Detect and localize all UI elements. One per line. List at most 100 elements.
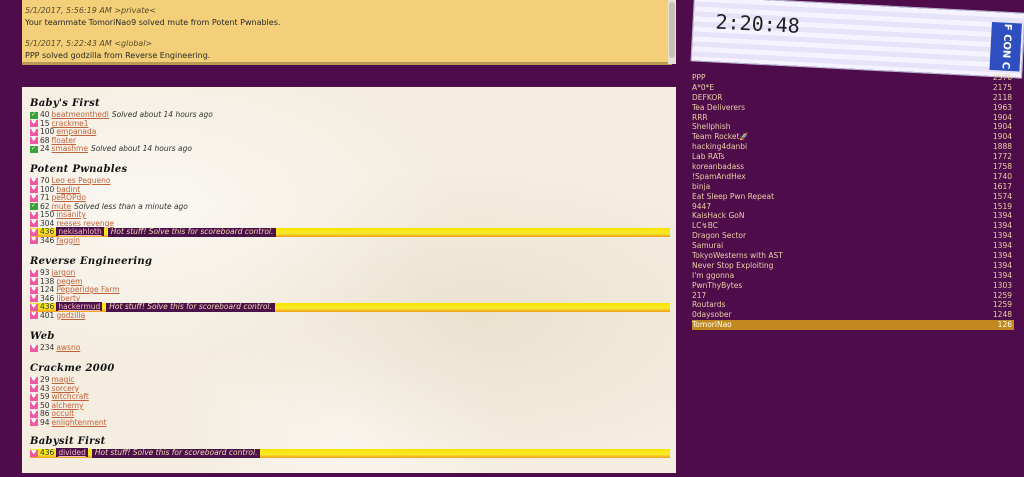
team-name: Eat Sleep Pwn Repeat [692,191,775,201]
scoreboard-row: Tea Deliverers 1963 [692,103,1014,113]
challenge-row[interactable]: 94enlightenment [30,417,670,428]
team-score: 1259 [992,290,1012,300]
challenge-link[interactable]: faggin [56,236,80,245]
heart-icon [30,119,38,128]
scoreboard-row: hacking4danbi 1888 [692,142,1014,152]
team-score: 1394 [992,260,1012,270]
countdown-clock: 2:20:48 F CON C [690,0,1024,79]
challenge-row[interactable]: 124Pepperidge Farm [30,285,670,295]
scoreboard-row: 217 1259 [692,291,1014,301]
scoreboard-row: Eat Sleep Pwn Repeat 1574 [692,192,1014,202]
challenge-category: Reverse Engineering93jargon138pegem124Pe… [30,255,670,320]
challenge-points: 436 [40,227,55,236]
scoreboard-row: Shellphish 1904 [692,122,1014,132]
challenge-board: Baby's First40beatmeonthedlSolved about … [22,87,676,473]
solved-check-icon [30,111,38,119]
heart-icon [30,418,38,427]
challenge-row[interactable]: 86occult [30,409,670,419]
challenge-link[interactable]: godzilla [56,311,85,320]
challenge-row[interactable]: 59witchcraft [30,392,670,402]
team-score: 1904 [992,112,1012,122]
challenge-link[interactable]: divided [56,448,88,457]
heart-icon [30,410,38,418]
scoreboard-row: DEFKOR 2118 [692,93,1014,103]
heart-icon [30,303,38,311]
scoreboard-row: Routards 1259 [692,300,1014,310]
team-name: 9447 [692,201,712,211]
team-score: 2576 [992,73,1012,82]
hot-stuff-banner: Hot stuff! Solve this for scoreboard con… [107,227,277,237]
scoreboard-row: koreanbadass 1758 [692,162,1014,172]
heart-icon [30,128,38,136]
category-title: Crackme 2000 [30,363,115,374]
team-name: RRR [692,112,708,122]
team-score: 1904 [992,122,1012,132]
challenge-row[interactable]: 15crackme1 [30,119,670,129]
chat-scrollbar[interactable] [668,0,676,64]
challenge-row[interactable]: 43sorcery [30,384,670,394]
challenge-points: 71 [40,193,50,202]
heart-icon [30,194,38,202]
challenge-points: 94 [40,417,50,427]
challenge-row[interactable]: 93jargon [30,268,670,278]
heart-icon [30,344,38,352]
heart-icon [30,294,38,303]
team-score: 1394 [992,231,1012,241]
team-name: Lab RATs [692,152,725,162]
category-title: Potent Pwnables [30,164,128,175]
chat-scrollbar-thumb[interactable] [669,2,675,58]
challenge-link[interactable]: awsno [56,343,80,352]
team-name: A*0*E [692,82,715,92]
challenge-category: Web234awsno [30,330,670,353]
heart-icon [30,228,38,236]
challenge-link[interactable]: smashme [52,144,88,153]
team-name: Team Rocket🚀 [692,132,749,142]
chat-message-meta: 5/1/2017, 5:22:43 AM <global> [25,39,153,48]
team-name: Dragon Sector [692,231,747,241]
challenge-row[interactable]: 24smashmeSolved about 14 hours ago [30,144,670,154]
challenge-row[interactable]: 138pegem [30,277,670,287]
challenge-points: 150 [40,210,55,219]
team-score: 1758 [992,162,1012,172]
team-score: 1574 [992,191,1012,201]
challenge-row[interactable]: 70Leo es Pequeno [30,176,670,186]
team-score: 1904 [992,132,1012,142]
team-score: 2118 [992,92,1012,102]
challenge-row[interactable]: 100badint [30,185,670,195]
category-title: Reverse Engineering [30,256,153,267]
challenge-points: 234 [40,343,55,352]
team-name: LC↯BC [692,221,718,231]
challenge-row[interactable]: 234awsno [30,343,670,353]
challenge-category: Baby's First40beatmeonthedlSolved about … [30,97,670,154]
team-name: !SpamAndHex [692,171,746,181]
team-score: 1394 [992,221,1012,231]
team-name: I'm ggonna [692,270,735,280]
challenge-row[interactable]: 150insanity [30,210,670,220]
scoreboard-row: binja 1617 [692,182,1014,192]
challenge-row[interactable]: 436hackermudHot stuff! Solve this for sc… [30,302,670,312]
challenge-row[interactable]: 436dividedHot stuff! Solve this for scor… [30,448,670,458]
team-score: 1248 [992,310,1012,320]
challenge-row[interactable]: 401godzilla [30,311,670,321]
challenge-row[interactable]: 346faggin [30,235,670,246]
challenge-row[interactable]: 50alchemy [30,401,670,411]
challenge-row[interactable]: 40beatmeonthedlSolved about 14 hours ago [30,110,670,120]
challenge-row[interactable]: 436nekisahlothHot stuff! Solve this for … [30,227,670,237]
team-name: PwnThyBytes [692,280,743,290]
scoreboard-row: RRR 1904 [692,113,1014,123]
heart-icon [30,236,38,245]
chat-message: 5/1/2017, 5:56:19 AM >private< Your teamm… [25,5,672,29]
challenge-row[interactable]: 29magic [30,375,670,385]
team-name: Shellphish [692,122,731,132]
challenge-link[interactable]: enlightenment [52,418,107,427]
heart-icon [30,185,38,194]
challenge-row[interactable]: 62muteSolved less than a minute ago [30,202,670,212]
chat-message-text: Your teammate TomoriNao9 solved mute fro… [25,18,281,27]
challenge-row[interactable]: 100empanada [30,127,670,137]
team-name: Routards [692,300,726,310]
team-score: 1394 [992,251,1012,261]
team-name: Tea Deliverers [692,102,746,112]
team-score: 1617 [992,181,1012,191]
heart-icon [30,449,38,457]
challenge-points: 346 [40,235,55,245]
